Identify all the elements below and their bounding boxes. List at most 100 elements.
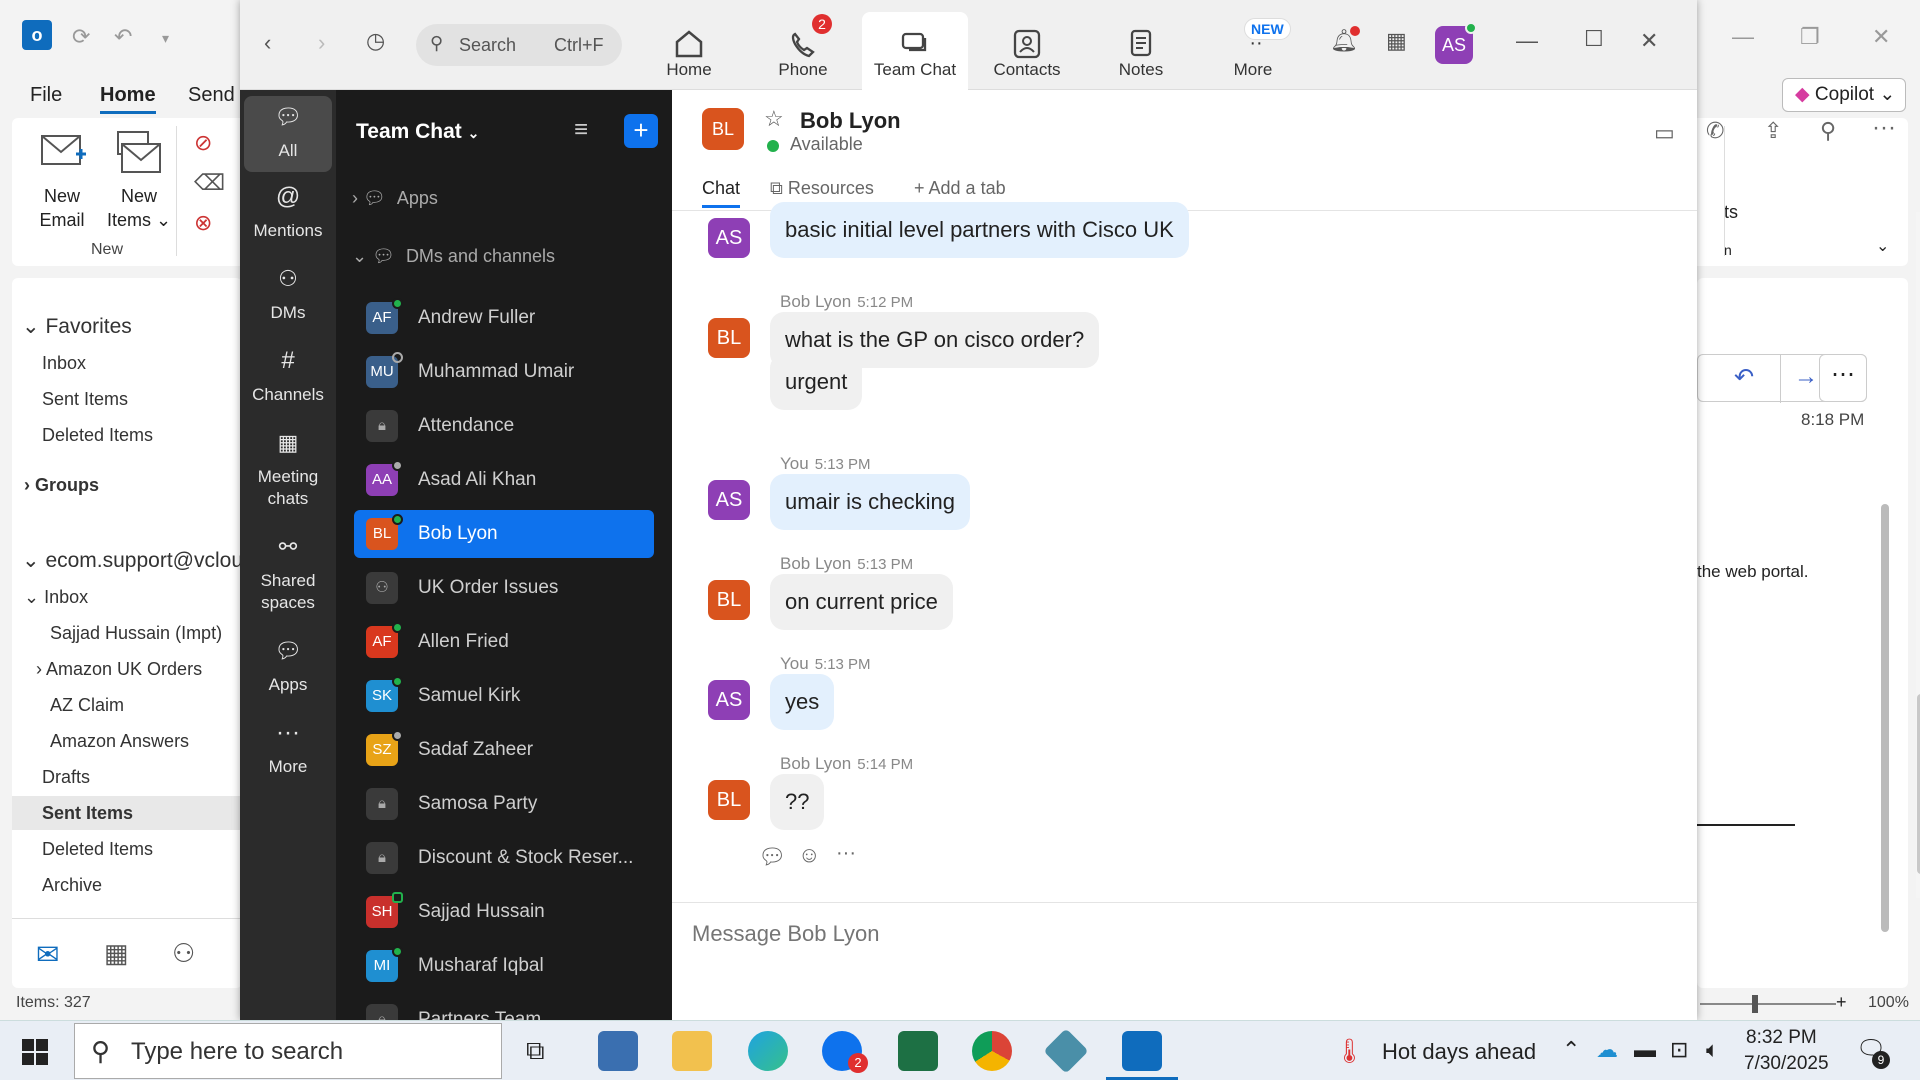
new-email-button[interactable]: New Email	[32, 130, 92, 240]
folder-sent[interactable]: Sent Items	[12, 382, 242, 416]
contact-name[interactable]: Bob Lyon	[800, 108, 901, 134]
folder-archive[interactable]: Archive	[12, 868, 242, 902]
sweep-icon[interactable]: ⌫	[194, 170, 225, 196]
reply-thread-icon[interactable]: 💬︎	[758, 844, 786, 870]
taskbar-search[interactable]: ⚲ Type here to search	[74, 1023, 502, 1079]
chat-list-item[interactable]: MI Musharaf Iqbal	[354, 942, 654, 990]
message-bubble[interactable]: umair is checking	[770, 474, 970, 530]
add-tab-button[interactable]: + Add a tab	[914, 178, 1006, 199]
more-actions-icon[interactable]: ⋯	[1819, 354, 1867, 402]
chat-list-item[interactable]: ⚇ UK Order Issues	[354, 564, 654, 612]
new-items-button[interactable]: New Items ⌄	[104, 130, 174, 240]
chat-list-item[interactable]: AF Andrew Fuller	[354, 294, 654, 342]
minimize-icon[interactable]: —	[1732, 24, 1754, 50]
scrollbar[interactable]	[1881, 504, 1889, 932]
folder-az-claim[interactable]: AZ Claim	[12, 688, 242, 722]
calendar-icon[interactable]: ▦	[1386, 28, 1407, 54]
ignore-icon[interactable]: ⊘	[194, 130, 212, 156]
weather-text[interactable]: Hot days ahead	[1382, 1039, 1536, 1065]
star-icon[interactable]: ☆	[764, 106, 784, 132]
tab-resources[interactable]: ⧉ Resources	[770, 178, 874, 199]
undo-icon[interactable]: ↶	[114, 24, 132, 50]
filter-icon[interactable]: ≡	[574, 116, 588, 144]
network-icon[interactable]: ⊡	[1670, 1037, 1688, 1063]
folder-deleted-items[interactable]: Deleted Items	[12, 832, 242, 866]
message-avatar[interactable]: BL	[708, 780, 750, 820]
chat-list-item[interactable]: SK Samuel Kirk	[354, 672, 654, 720]
onedrive-icon[interactable]: ☁	[1596, 1037, 1618, 1063]
reply-all-icon[interactable]: ↶	[1734, 363, 1754, 392]
phone-call-icon[interactable]: ✆	[1706, 118, 1724, 144]
message-avatar[interactable]: AS	[708, 480, 750, 520]
history-icon[interactable]: ◷	[366, 28, 385, 54]
folder-drafts[interactable]: Drafts	[12, 760, 242, 794]
edge-icon[interactable]	[748, 1031, 788, 1071]
tab-phone[interactable]: Phone 2	[750, 12, 856, 90]
forward-icon[interactable]: →	[1794, 363, 1818, 391]
block-sender-icon[interactable]: ⊗	[194, 210, 212, 236]
tab-chat[interactable]: Chat	[702, 178, 741, 208]
back-icon[interactable]: ‹	[264, 30, 271, 56]
account-inbox[interactable]: ⌄ Inbox	[12, 580, 242, 614]
chat-list-item[interactable]: AA Asad Ali Khan	[354, 456, 654, 504]
people-icon[interactable]: ⚇	[172, 938, 195, 969]
chat-list-item[interactable]: SH Sajjad Hussain	[354, 888, 654, 936]
message-avatar[interactable]: BL	[708, 580, 750, 620]
folder-sent-items[interactable]: Sent Items	[12, 796, 242, 830]
tab-notes[interactable]: Notes	[1088, 12, 1194, 90]
clock-date[interactable]: 7/30/2025	[1744, 1053, 1829, 1075]
chat-more-icon[interactable]: ···	[1872, 114, 1896, 142]
message-bubble[interactable]: ??	[770, 774, 825, 830]
chat-list-item[interactable]: 🔒︎ Attendance	[354, 402, 654, 450]
rail-meeting-chats[interactable]: ▦ Meeting chats	[244, 432, 332, 510]
minimize-icon[interactable]: —	[1516, 28, 1538, 54]
share-screen-icon[interactable]: ⇪	[1764, 118, 1782, 144]
folder-amazon-uk[interactable]: › Amazon UK Orders	[12, 652, 242, 686]
message-avatar[interactable]: AS	[708, 218, 750, 258]
tray-chevron-icon[interactable]: ⌃	[1562, 1037, 1580, 1063]
rail-apps[interactable]: 💬︎ Apps	[244, 640, 332, 696]
volume-icon[interactable]: 🔈︎	[1706, 1037, 1719, 1063]
customize-qat-icon[interactable]: ▾	[162, 30, 169, 47]
chat-list-item[interactable]: AF Allen Fried	[354, 618, 654, 666]
zoom-slider[interactable]	[1700, 1003, 1836, 1005]
chat-list-item[interactable]: 🔒︎ Partners Team	[354, 996, 654, 1020]
outlook-taskbar-icon[interactable]	[1122, 1031, 1162, 1071]
tab-more[interactable]: ·· More NEW	[1200, 12, 1306, 90]
folder-inbox[interactable]: Inbox	[12, 346, 242, 380]
rail-dms[interactable]: ⚇ DMs	[244, 268, 332, 324]
chat-list-item[interactable]: 🔒︎ Samosa Party	[354, 780, 654, 828]
tab-home[interactable]: Home	[636, 12, 742, 90]
calendar-icon[interactable]: ▦	[104, 938, 129, 969]
restore-icon[interactable]: ❐	[1800, 24, 1820, 50]
message-bubble[interactable]: urgent	[770, 354, 863, 410]
apps-section[interactable]: › 💬︎ Apps	[352, 188, 438, 209]
search-bar[interactable]: ⚲ Search Ctrl+F	[416, 24, 622, 66]
new-chat-button[interactable]: +	[624, 114, 658, 148]
app-diamond-icon[interactable]	[1043, 1028, 1089, 1074]
video-call-icon[interactable]: ▭	[1654, 120, 1675, 146]
file-explorer-icon[interactable]	[672, 1031, 712, 1071]
emoji-reaction-icon[interactable]: ☺	[798, 842, 820, 868]
zoom-app-icon[interactable]: 2	[822, 1031, 868, 1073]
folder-sajjad[interactable]: Sajjad Hussain (Impt)	[12, 616, 242, 650]
rail-all[interactable]: 💬︎ All	[244, 96, 332, 172]
groups-header[interactable]: › Groups	[12, 468, 242, 502]
search-chat-icon[interactable]: ⚲	[1820, 118, 1836, 144]
account-header[interactable]: ⌄ ecom.support@vclou	[12, 544, 242, 578]
message-more-icon[interactable]: ···	[836, 842, 856, 865]
close-icon[interactable]: ✕	[1872, 24, 1890, 50]
chat-list-item[interactable]: MU Muhammad Umair	[354, 348, 654, 396]
battery-icon[interactable]: ▬	[1634, 1037, 1656, 1063]
rail-more[interactable]: ··· More	[244, 721, 332, 778]
message-bubble[interactable]: yes	[770, 674, 835, 730]
ribbon-expand-icon[interactable]: ⌄	[1876, 236, 1889, 256]
chrome-icon[interactable]	[972, 1031, 1012, 1071]
task-view-icon[interactable]: ⧉	[526, 1035, 545, 1067]
folder-amazon-answers[interactable]: Amazon Answers	[12, 724, 242, 758]
tab-contacts[interactable]: Contacts	[974, 12, 1080, 90]
excel-icon[interactable]	[898, 1031, 938, 1071]
tab-team-chat[interactable]: Team Chat	[862, 12, 968, 90]
sync-icon[interactable]: ⟳	[72, 24, 90, 50]
rail-shared-spaces[interactable]: ⚯ Shared spaces	[244, 536, 332, 614]
